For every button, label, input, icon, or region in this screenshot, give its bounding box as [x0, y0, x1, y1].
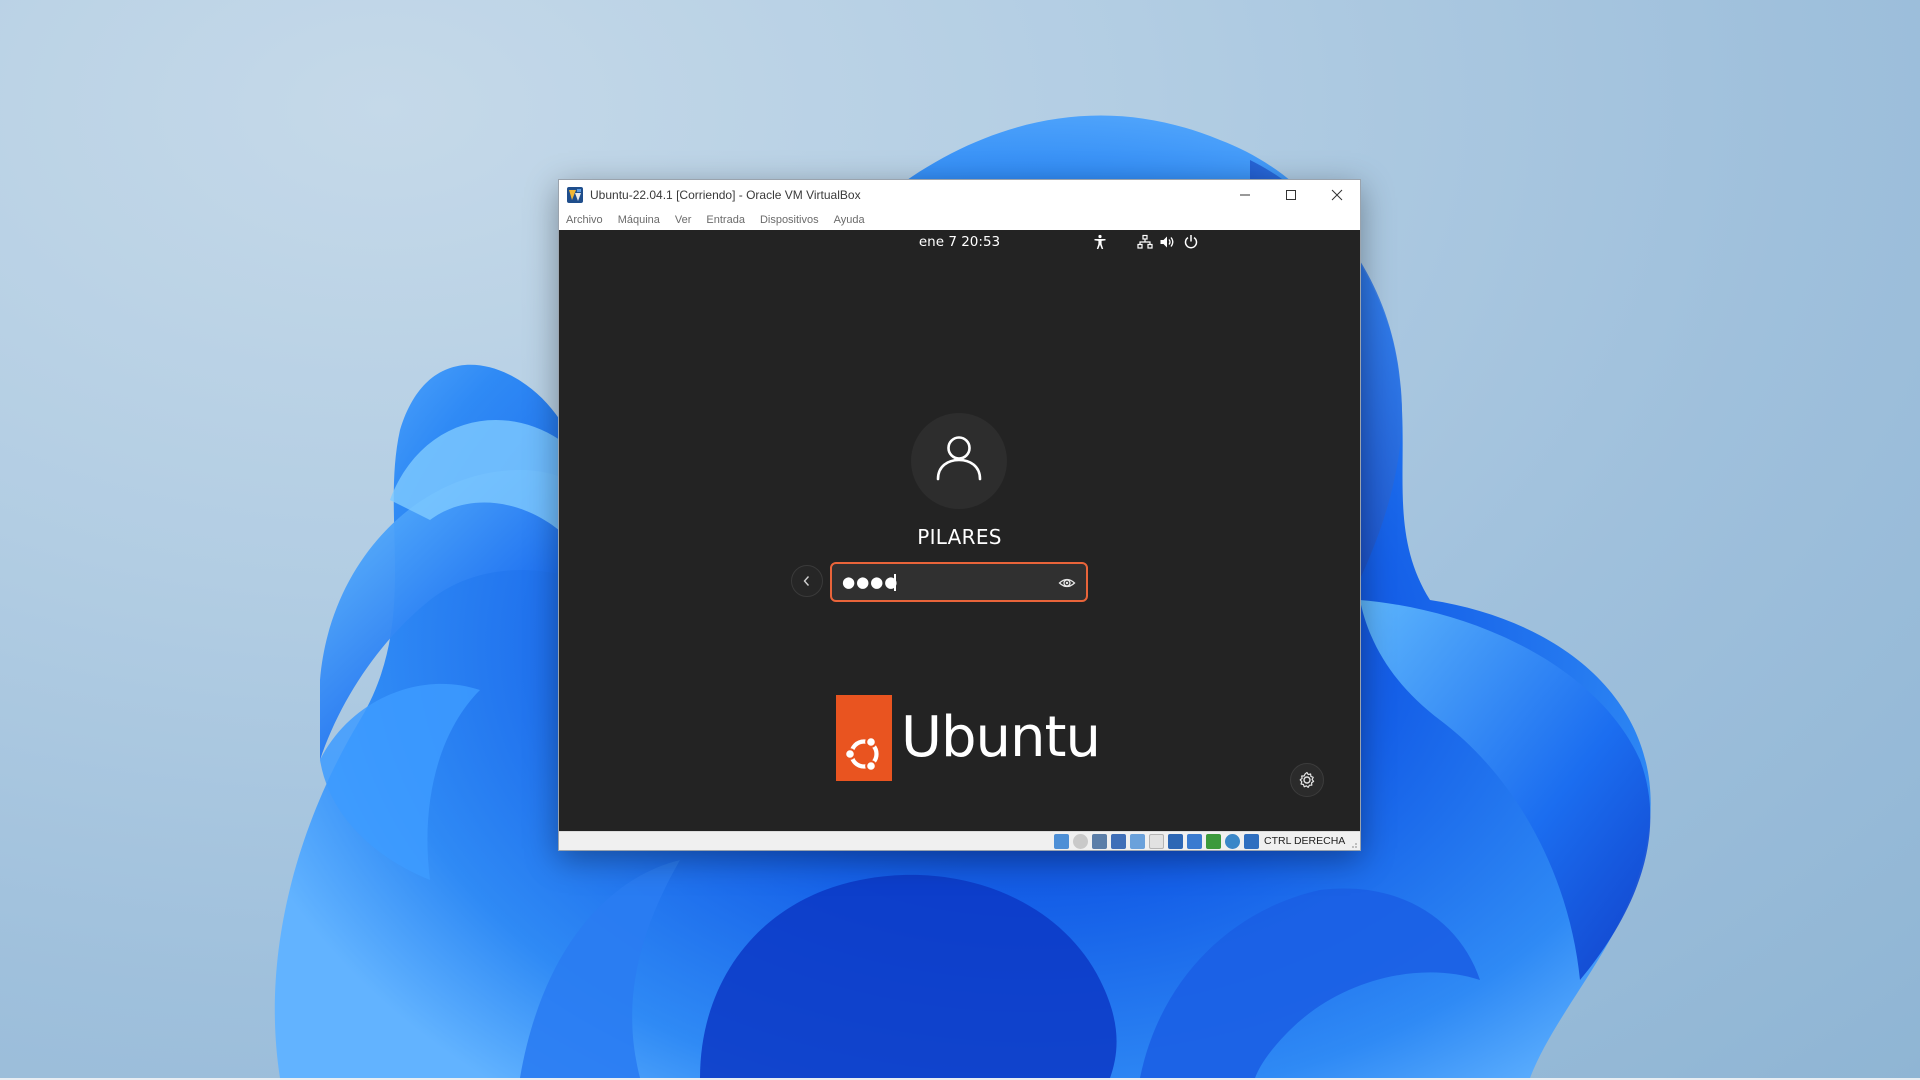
password-field[interactable]: ●●●● — [830, 562, 1088, 602]
back-button[interactable] — [791, 565, 823, 597]
maximize-icon — [1286, 190, 1296, 200]
menu-maquina[interactable]: Máquina — [618, 214, 660, 226]
display-icon[interactable] — [1168, 834, 1183, 849]
text-caret — [894, 574, 896, 591]
hard-disk-icon[interactable] — [1054, 834, 1069, 849]
ubuntu-wordmark: Ubuntu — [901, 705, 1101, 770]
menu-ayuda[interactable]: Ayuda — [834, 214, 865, 226]
eye-icon[interactable] — [1058, 574, 1076, 592]
close-icon — [1331, 189, 1343, 201]
ubuntu-logo — [836, 695, 892, 781]
recording-icon[interactable] — [1206, 834, 1221, 849]
password-mask: ●●●● — [842, 573, 899, 591]
status-icons — [1054, 834, 1263, 849]
gear-icon — [1299, 771, 1315, 788]
cpu-icon[interactable] — [1225, 834, 1240, 849]
usb-icon[interactable] — [1130, 834, 1145, 849]
login-username: PILARES — [917, 525, 1002, 549]
network-adapter-icon[interactable] — [1111, 834, 1126, 849]
session-settings-button[interactable] — [1290, 763, 1324, 797]
network-icon[interactable] — [1137, 234, 1153, 250]
optical-drive-icon[interactable] — [1073, 834, 1088, 849]
close-button[interactable] — [1314, 180, 1360, 210]
menubar: Archivo Máquina Ver Entrada Dispositivos… — [559, 210, 1360, 230]
minimize-button[interactable] — [1222, 180, 1268, 210]
audio-icon[interactable] — [1092, 834, 1107, 849]
window-titlebar[interactable]: Ubuntu-22.04.1 [Corriendo] - Oracle VM V… — [559, 180, 1360, 210]
menu-archivo[interactable]: Archivo — [566, 214, 603, 226]
menu-dispositivos[interactable]: Dispositivos — [760, 214, 819, 226]
shared-folders-icon[interactable] — [1149, 834, 1164, 849]
power-icon[interactable] — [1183, 234, 1199, 250]
vm-display[interactable]: ene 7 20:53 PILARES ●●●● Ubuntu — [559, 230, 1360, 831]
minimize-icon — [1240, 194, 1250, 196]
volume-icon[interactable] — [1159, 234, 1175, 250]
host-key-label: CTRL DERECHA — [1264, 835, 1346, 847]
accessibility-icon[interactable] — [1092, 234, 1108, 250]
resize-grip-icon[interactable] — [1348, 839, 1358, 849]
virtualbox-window[interactable]: Ubuntu-22.04.1 [Corriendo] - Oracle VM V… — [558, 179, 1361, 851]
ubuntu-circle-of-friends-icon — [844, 735, 883, 773]
chevron-left-icon — [803, 576, 810, 586]
maximize-button[interactable] — [1268, 180, 1314, 210]
window-title: Ubuntu-22.04.1 [Corriendo] - Oracle VM V… — [590, 188, 861, 202]
vm-statusbar: CTRL DERECHA — [559, 831, 1360, 850]
virtualbox-app-icon — [567, 187, 583, 203]
user-avatar[interactable] — [911, 413, 1007, 509]
topbar-clock[interactable]: ene 7 20:53 — [559, 230, 1360, 254]
user-icon — [936, 436, 982, 481]
mouse-integration-icon[interactable] — [1244, 834, 1259, 849]
menu-entrada[interactable]: Entrada — [706, 214, 745, 226]
menu-ver[interactable]: Ver — [675, 214, 692, 226]
video-capture-icon[interactable] — [1187, 834, 1202, 849]
